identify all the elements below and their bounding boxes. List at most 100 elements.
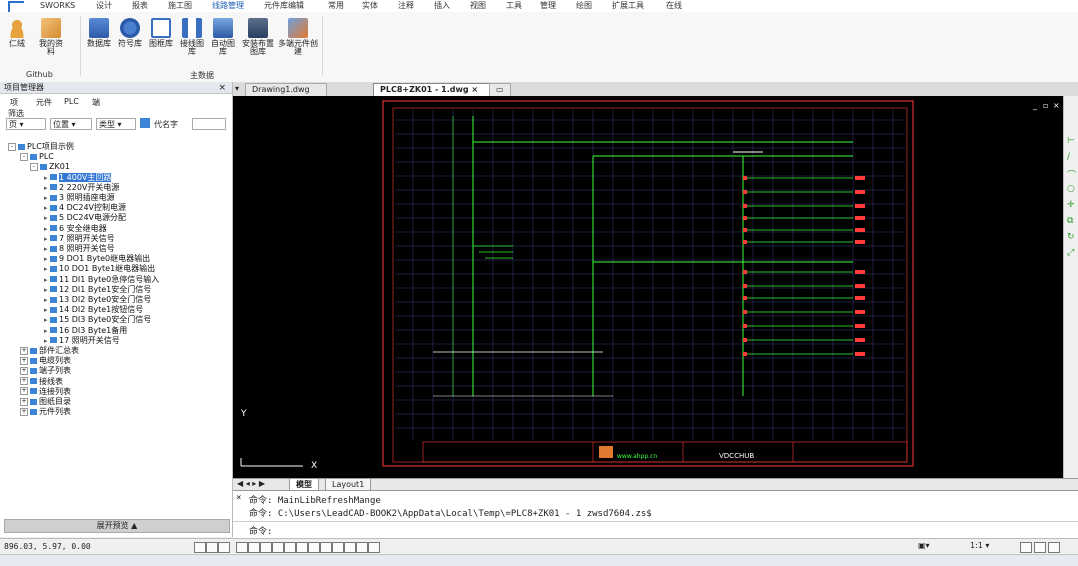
tree-item[interactable]: ▸ 10 DO1 Byte1继电器输出	[44, 264, 155, 274]
snap-tool-icon[interactable]: ⊢	[1067, 136, 1075, 146]
collapse-icon[interactable]: -	[8, 142, 16, 151]
tree-item[interactable]: + 端子列表	[20, 366, 71, 376]
tree-item[interactable]: ▸ 14 DI2 Byte1按钮信号	[44, 305, 143, 315]
tab-component[interactable]: 元件	[36, 97, 52, 108]
tree-item[interactable]: ▸ 4 DC24V控制电源	[44, 203, 126, 213]
tab-plc[interactable]: PLC	[64, 97, 79, 106]
close-command-icon[interactable]: ×	[236, 493, 241, 503]
snap-toggle-icon[interactable]	[206, 542, 218, 553]
rotate-tool-icon[interactable]: ↻	[1067, 232, 1075, 242]
selection-cycle-icon[interactable]	[308, 542, 320, 553]
expand-icon[interactable]: +	[20, 377, 28, 386]
menu-item-draw[interactable]: 绘图	[576, 0, 592, 12]
tab-plc8-zk01[interactable]: PLC8+ZK01 - 1.dwg ×	[373, 83, 491, 97]
tree-item[interactable]: - PLC项目示例	[8, 142, 74, 152]
annotation-scale-icon[interactable]: ▣▾	[918, 541, 930, 550]
tree-item[interactable]: ▸ 1 400V主回路	[44, 172, 112, 183]
tree-item[interactable]: ▸ 2 220V开关电源	[44, 183, 119, 193]
arc-tool-icon[interactable]: ⌒	[1067, 168, 1076, 181]
tree-item[interactable]: + 部件汇总表	[20, 346, 79, 356]
wiring-library-button[interactable]: 接线图库	[177, 18, 207, 68]
hardware-accel-icon[interactable]	[356, 542, 368, 553]
app-logo-icon[interactable]	[0, 0, 34, 12]
menu-item-online[interactable]: 在线	[666, 0, 682, 12]
copy-tool-icon[interactable]: ⧉	[1067, 216, 1073, 226]
circle-tool-icon[interactable]: ○	[1067, 184, 1075, 194]
menu-item-report[interactable]: 报表	[132, 0, 148, 12]
tree-item[interactable]: + 接线表	[20, 377, 63, 387]
tree-item[interactable]: + 图纸目录	[20, 397, 71, 407]
menu-item-manage[interactable]: 管理	[540, 0, 556, 12]
ortho-toggle-icon[interactable]	[218, 542, 230, 553]
layout-nav-icon[interactable]: ◀ ◂ ▸ ▶	[237, 479, 265, 488]
user-button[interactable]: 仁绒	[2, 18, 32, 68]
menu-item-design[interactable]: 设计	[96, 0, 112, 12]
tree-item[interactable]: + 电缆列表	[20, 356, 71, 366]
expand-icon[interactable]: +	[20, 346, 28, 355]
tree-item[interactable]: ▸ 6 安全继电器	[44, 224, 107, 234]
menu-item-common[interactable]: 常用	[328, 0, 344, 12]
tab-terminal[interactable]: 端	[92, 97, 100, 108]
lineweight-toggle-icon[interactable]	[284, 542, 296, 553]
tree-item[interactable]: - ZK01	[30, 162, 70, 172]
collapse-icon[interactable]: -	[20, 152, 28, 161]
polar-toggle-icon[interactable]	[236, 542, 248, 553]
menu-item-library-edit[interactable]: 元件库编辑	[264, 0, 304, 12]
frame-library-button[interactable]: 图框库	[146, 18, 176, 68]
fullscreen-icon[interactable]	[1048, 542, 1060, 553]
search-input[interactable]	[192, 118, 226, 130]
expand-icon[interactable]: +	[20, 387, 28, 396]
isolate-toggle-icon[interactable]	[344, 542, 356, 553]
settings-icon[interactable]	[1020, 542, 1032, 553]
database-button[interactable]: 数据库	[84, 18, 114, 68]
collapse-icon[interactable]: -	[30, 162, 38, 171]
tree-item[interactable]: + 连接列表	[20, 387, 71, 397]
filter-type-select[interactable]: 类型 ▾	[96, 118, 136, 130]
tab-drawing1[interactable]: Drawing1.dwg	[245, 83, 327, 97]
filter-page-select[interactable]: 页 ▾	[6, 118, 46, 130]
tree-item[interactable]: ▸ 13 DI2 Byte0安全门信号	[44, 295, 151, 305]
expand-preview-button[interactable]: 展开预览 ▲	[4, 519, 230, 533]
tree-item[interactable]: ▸ 7 照明开关信号	[44, 234, 115, 244]
scale-selector[interactable]: 1:1 ▾	[970, 541, 989, 550]
expand-icon[interactable]: +	[20, 356, 28, 365]
expand-icon[interactable]: +	[20, 366, 28, 375]
menu-item-entity[interactable]: 实体	[362, 0, 378, 12]
filter-location-select[interactable]: 位置 ▾	[50, 118, 92, 130]
tree-item[interactable]: ▸ 5 DC24V电源分配	[44, 213, 126, 223]
command-input[interactable]: 命令:	[249, 524, 272, 537]
tab-menu-icon[interactable]: ▾	[235, 84, 239, 93]
tree-item[interactable]: ▸ 11 DI1 Byte0急停信号输入	[44, 275, 159, 285]
annotation-toggle-icon[interactable]	[320, 542, 332, 553]
osnap-toggle-icon[interactable]	[248, 542, 260, 553]
tree-item[interactable]: ▸ 12 DI1 Byte1安全门信号	[44, 285, 151, 295]
close-tab-icon[interactable]: ×	[471, 85, 478, 94]
auto-library-button[interactable]: 自动图库	[208, 18, 238, 68]
tree-item[interactable]: - PLC	[20, 152, 54, 162]
drawing-canvas[interactable]: _ ▫ × www.ahpp.cn VDCCHUB X Y	[233, 96, 1063, 478]
expand-icon[interactable]: +	[20, 397, 28, 406]
otrack-toggle-icon[interactable]	[260, 542, 272, 553]
filter-apply-icon[interactable]	[140, 118, 150, 128]
menu-item-view[interactable]: 视图	[470, 0, 486, 12]
layout-library-button[interactable]: 安装布置图库	[240, 18, 276, 68]
transparency-toggle-icon[interactable]	[296, 542, 308, 553]
tree-item[interactable]: ▸ 16 DI3 Byte1备用	[44, 326, 127, 336]
tree-item[interactable]: ▸ 9 DO1 Byte0继电器输出	[44, 254, 150, 264]
tree-item[interactable]: ▸ 8 照明开关信号	[44, 244, 115, 254]
menu-item-insert[interactable]: 插入	[434, 0, 450, 12]
move-tool-icon[interactable]: ✛	[1067, 200, 1075, 210]
lock-icon[interactable]	[1034, 542, 1046, 553]
close-icon[interactable]: ×	[218, 82, 226, 94]
tree-item[interactable]: + 元件列表	[20, 407, 71, 417]
clean-screen-icon[interactable]	[368, 542, 380, 553]
expand-icon[interactable]: +	[20, 407, 28, 416]
menu-item-tools[interactable]: 工具	[506, 0, 522, 12]
tree-item[interactable]: ▸ 17 照明开关信号	[44, 336, 120, 346]
new-tab-button[interactable]: ▭	[489, 83, 511, 97]
tree-item[interactable]: ▸ 3 照明插座电源	[44, 193, 115, 203]
tree-item[interactable]: ▸ 15 DI3 Byte0安全门信号	[44, 315, 151, 325]
schematic-drawing[interactable]: _ ▫ × www.ahpp.cn VDCCHUB X Y	[233, 96, 1063, 478]
menu-item-annotation[interactable]: 注释	[398, 0, 414, 12]
dyn-toggle-icon[interactable]	[272, 542, 284, 553]
